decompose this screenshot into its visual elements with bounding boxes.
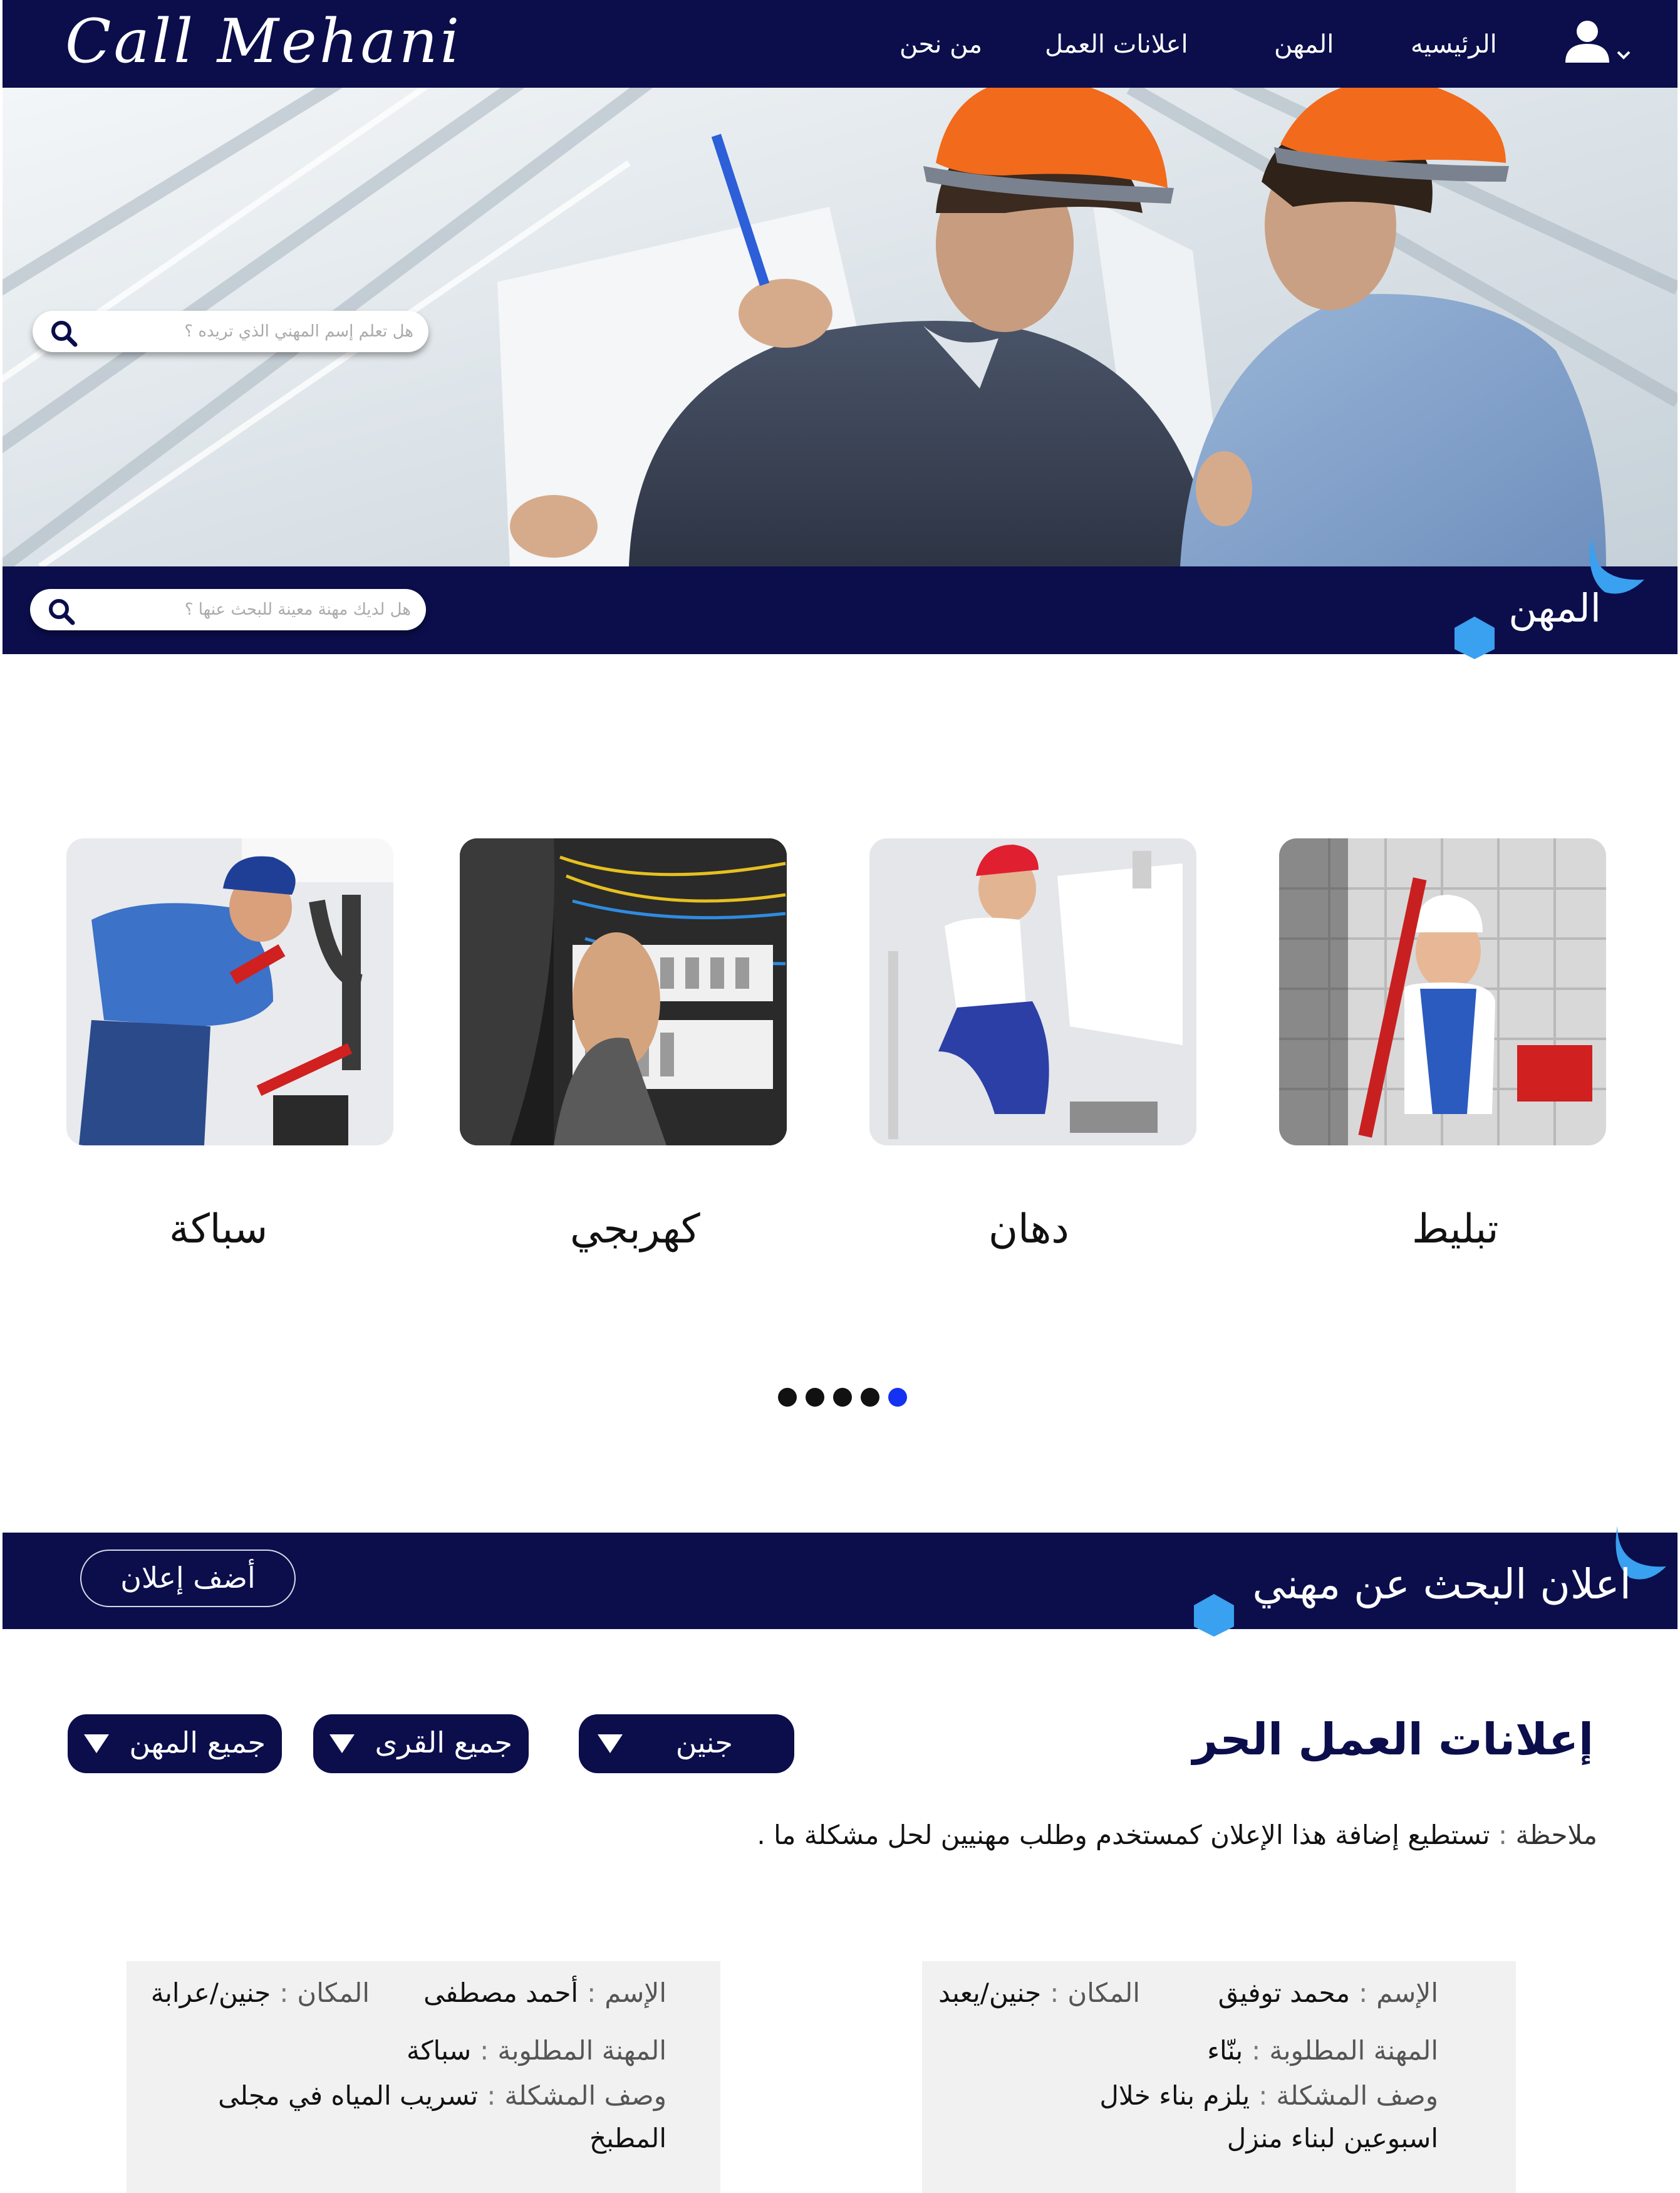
card-name-value: أحمد مصطفى [423, 1977, 579, 2008]
professions-section-bar: المهن [3, 566, 1677, 654]
card-description-row: وصف المشكلة:يلزم بناء خلال [1099, 2080, 1438, 2111]
card-description-row: وصف المشكلة:تسريب المياه في مجلى [218, 2080, 666, 2111]
nav-professions[interactable]: المهن [1274, 30, 1334, 59]
freelance-ads-heading: إعلانات العمل الحر [1192, 1714, 1594, 1765]
user-icon [1565, 21, 1609, 63]
triangle-down-icon [598, 1734, 623, 1753]
professions-section-title: المهن [1508, 585, 1601, 631]
plumber-photo-art [66, 838, 393, 1145]
name-label: الإسم [1376, 1977, 1438, 2008]
chevron-down-icon [1617, 51, 1631, 60]
carousel-dot[interactable] [778, 1388, 797, 1407]
top-navbar: Call Mehani من نحن اعلانات العمل المهن ا… [3, 0, 1677, 88]
card-place-row: المكان:جنين/عرابة [150, 1977, 370, 2008]
hexagon-decoration [1194, 1594, 1234, 1637]
job-ad-card[interactable]: الإسم:أحمد مصطفى المكان:جنين/عرابة المهن… [127, 1961, 720, 2193]
card-profession-row: المهنة المطلوبة:سباكة [406, 2035, 666, 2066]
card-profession-value: سباكة [406, 2035, 472, 2066]
electrician-photo[interactable] [460, 838, 787, 1145]
profession-label: المهنة المطلوبة [1269, 2035, 1438, 2066]
nav-home[interactable]: الرئيسيه [1411, 30, 1497, 59]
card-description-value: يلزم بناء خلال [1099, 2080, 1250, 2111]
ads-note-text: تستطيع إضافة هذا الإعلان كمستخدم وطلب مه… [757, 1820, 1490, 1850]
card-profession-value: بنّاء [1207, 2035, 1243, 2066]
card-name-row: الإسم:أحمد مصطفى [423, 1977, 666, 2008]
ads-note-key: ملاحظة [1515, 1820, 1598, 1850]
profession-label: المهنة المطلوبة [497, 2035, 666, 2066]
card-place-value: جنين/عرابة [150, 1977, 271, 2008]
electrician-photo-art [460, 838, 787, 1145]
triangle-down-icon [84, 1734, 109, 1753]
profession-search-input[interactable] [86, 594, 412, 625]
card-description-continued: اسبوعين لبناء منزل [1226, 2123, 1438, 2154]
nav-about[interactable]: من نحن [900, 30, 982, 59]
villages-filter-value: جميع القرى [375, 1726, 512, 1759]
search-icon[interactable] [50, 320, 78, 347]
carousel-dot[interactable] [888, 1388, 907, 1407]
name-label: الإسم [604, 1977, 666, 2008]
card-place-row: المكان:جنين/يعبد [938, 1977, 1140, 2008]
place-label: المكان [1067, 1977, 1140, 2008]
carousel-dot[interactable] [833, 1388, 852, 1407]
job-ad-card[interactable]: الإسم:محمد توفيق المكان:جنين/يعبد المهنة… [922, 1961, 1516, 2193]
card-description-value: تسريب المياه في مجلى [218, 2080, 479, 2111]
card-name-value: محمد توفيق [1218, 1977, 1351, 2008]
profession-label-painter[interactable]: دهان [988, 1206, 1069, 1253]
profession-label-electrician[interactable]: كهربجي [570, 1206, 700, 1253]
search-icon[interactable] [48, 598, 75, 625]
place-label: المكان [297, 1977, 370, 2008]
brand-logo[interactable]: Call Mehani [65, 11, 462, 71]
painter-photo[interactable] [869, 838, 1196, 1145]
profession-label-tiling[interactable]: تبليط [1412, 1206, 1498, 1253]
tiler-photo[interactable] [1279, 838, 1606, 1145]
city-filter-dropdown[interactable]: جنين [579, 1714, 794, 1773]
professions-filter-value: جميع المهن [129, 1726, 266, 1759]
ads-note: ملاحظة : تستطيع إضافة هذا الإعلان كمستخد… [757, 1820, 1597, 1850]
triangle-down-icon [329, 1734, 355, 1753]
professional-name-search-input[interactable] [89, 316, 415, 347]
hero-banner [3, 88, 1677, 566]
user-menu[interactable] [1562, 18, 1631, 68]
card-name-row: الإسم:محمد توفيق [1218, 1977, 1438, 2008]
nav-job-ads[interactable]: اعلانات العمل [1045, 30, 1188, 59]
description-label: وصف المشكلة [504, 2080, 666, 2111]
card-place-value: جنين/يعبد [938, 1977, 1042, 2008]
painter-photo-art [869, 838, 1196, 1145]
page: { "brand": "Call Mehani", "nav": { "home… [0, 0, 1680, 2193]
carousel-dot[interactable] [861, 1388, 879, 1407]
city-filter-value: جنين [675, 1726, 733, 1759]
plumber-photo[interactable] [66, 838, 393, 1145]
profession-search-box [30, 589, 426, 630]
carousel-dot[interactable] [806, 1388, 824, 1407]
professions-filter-dropdown[interactable]: جميع المهن [68, 1714, 282, 1773]
ads-section-title: اعلان البحث عن مهني [1252, 1560, 1631, 1608]
description-label: وصف المشكلة [1276, 2080, 1438, 2111]
villages-filter-dropdown[interactable]: جميع القرى [313, 1714, 529, 1773]
card-description-continued: المطبخ [589, 2123, 666, 2154]
tiler-photo-art [1279, 838, 1606, 1145]
hero-search-box [33, 311, 428, 352]
card-profession-row: المهنة المطلوبة:بنّاء [1207, 2035, 1438, 2066]
hexagon-decoration [1454, 617, 1495, 659]
add-ad-button[interactable]: أضف إعلان [80, 1550, 296, 1607]
profession-label-plumbing[interactable]: سباكة [169, 1206, 267, 1253]
